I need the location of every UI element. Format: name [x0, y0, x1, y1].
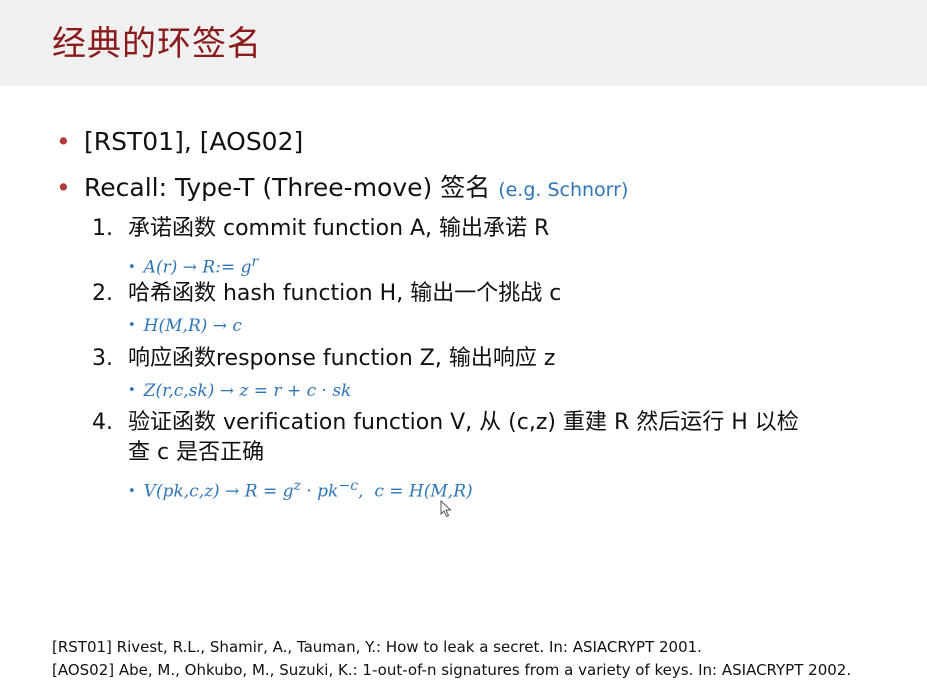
bullet-item: • Recall: Type-T (Three-move) 签名 (e.g. Sc… — [56, 172, 628, 206]
sub-bullet-icon: • — [128, 259, 136, 275]
step-item: 3. 响应函数response function Z, 输出响应 z — [92, 344, 555, 374]
bullet-dot-icon: • — [56, 173, 71, 202]
bullet-text: Recall: Type-T (Three-move) 签名 — [84, 173, 499, 202]
step-formula: • H(M,R) → c — [128, 316, 242, 336]
bullet-note: (e.g. Schnorr) — [498, 179, 629, 201]
step-item: 2. 哈希函数 hash function H, 输出一个挑战 c — [92, 279, 561, 309]
page-title: 经典的环签名 — [52, 24, 262, 64]
mouse-pointer-icon — [440, 500, 452, 518]
step-text-cont: 查 c 是否正确 — [128, 440, 265, 465]
sub-bullet-icon: • — [128, 383, 136, 398]
step-number: 1. — [92, 216, 113, 241]
bullet-item: • [RST01], [AOS02] — [56, 126, 303, 158]
step-text: 验证函数 verification function V, 从 (c,z) 重建… — [128, 410, 799, 435]
bullet-text: [RST01], [AOS02] — [84, 127, 304, 156]
sub-bullet-icon: • — [128, 483, 136, 499]
sub-bullet-icon: • — [128, 318, 136, 333]
step-text: 响应函数response function Z, 输出响应 z — [128, 346, 556, 371]
step-text: 承诺函数 commit function A, 输出承诺 R — [128, 216, 550, 241]
step-number: 3. — [92, 346, 113, 371]
reference-item: [AOS02] Abe, M., Ohkubo, M., Suzuki, K.:… — [52, 661, 852, 679]
step-number: 4. — [92, 410, 113, 435]
bullet-dot-icon: • — [56, 127, 71, 156]
step-item: 4. 验证函数 verification function V, 从 (c,z) … — [92, 408, 799, 468]
step-text: 哈希函数 hash function H, 输出一个挑战 c — [128, 281, 562, 306]
step-formula: • A(r) → R:= gr — [128, 254, 259, 278]
reference-item: [RST01] Rivest, R.L., Shamir, A., Tauman… — [52, 638, 702, 656]
step-formula: • V(pk,c,z) → R = gz · pk−c, c = H(M,R) — [128, 478, 473, 502]
step-item: 1. 承诺函数 commit function A, 输出承诺 R — [92, 214, 549, 244]
step-number: 2. — [92, 281, 113, 306]
step-formula: • Z(r,c,sk) → z = r + c · sk — [128, 381, 352, 401]
